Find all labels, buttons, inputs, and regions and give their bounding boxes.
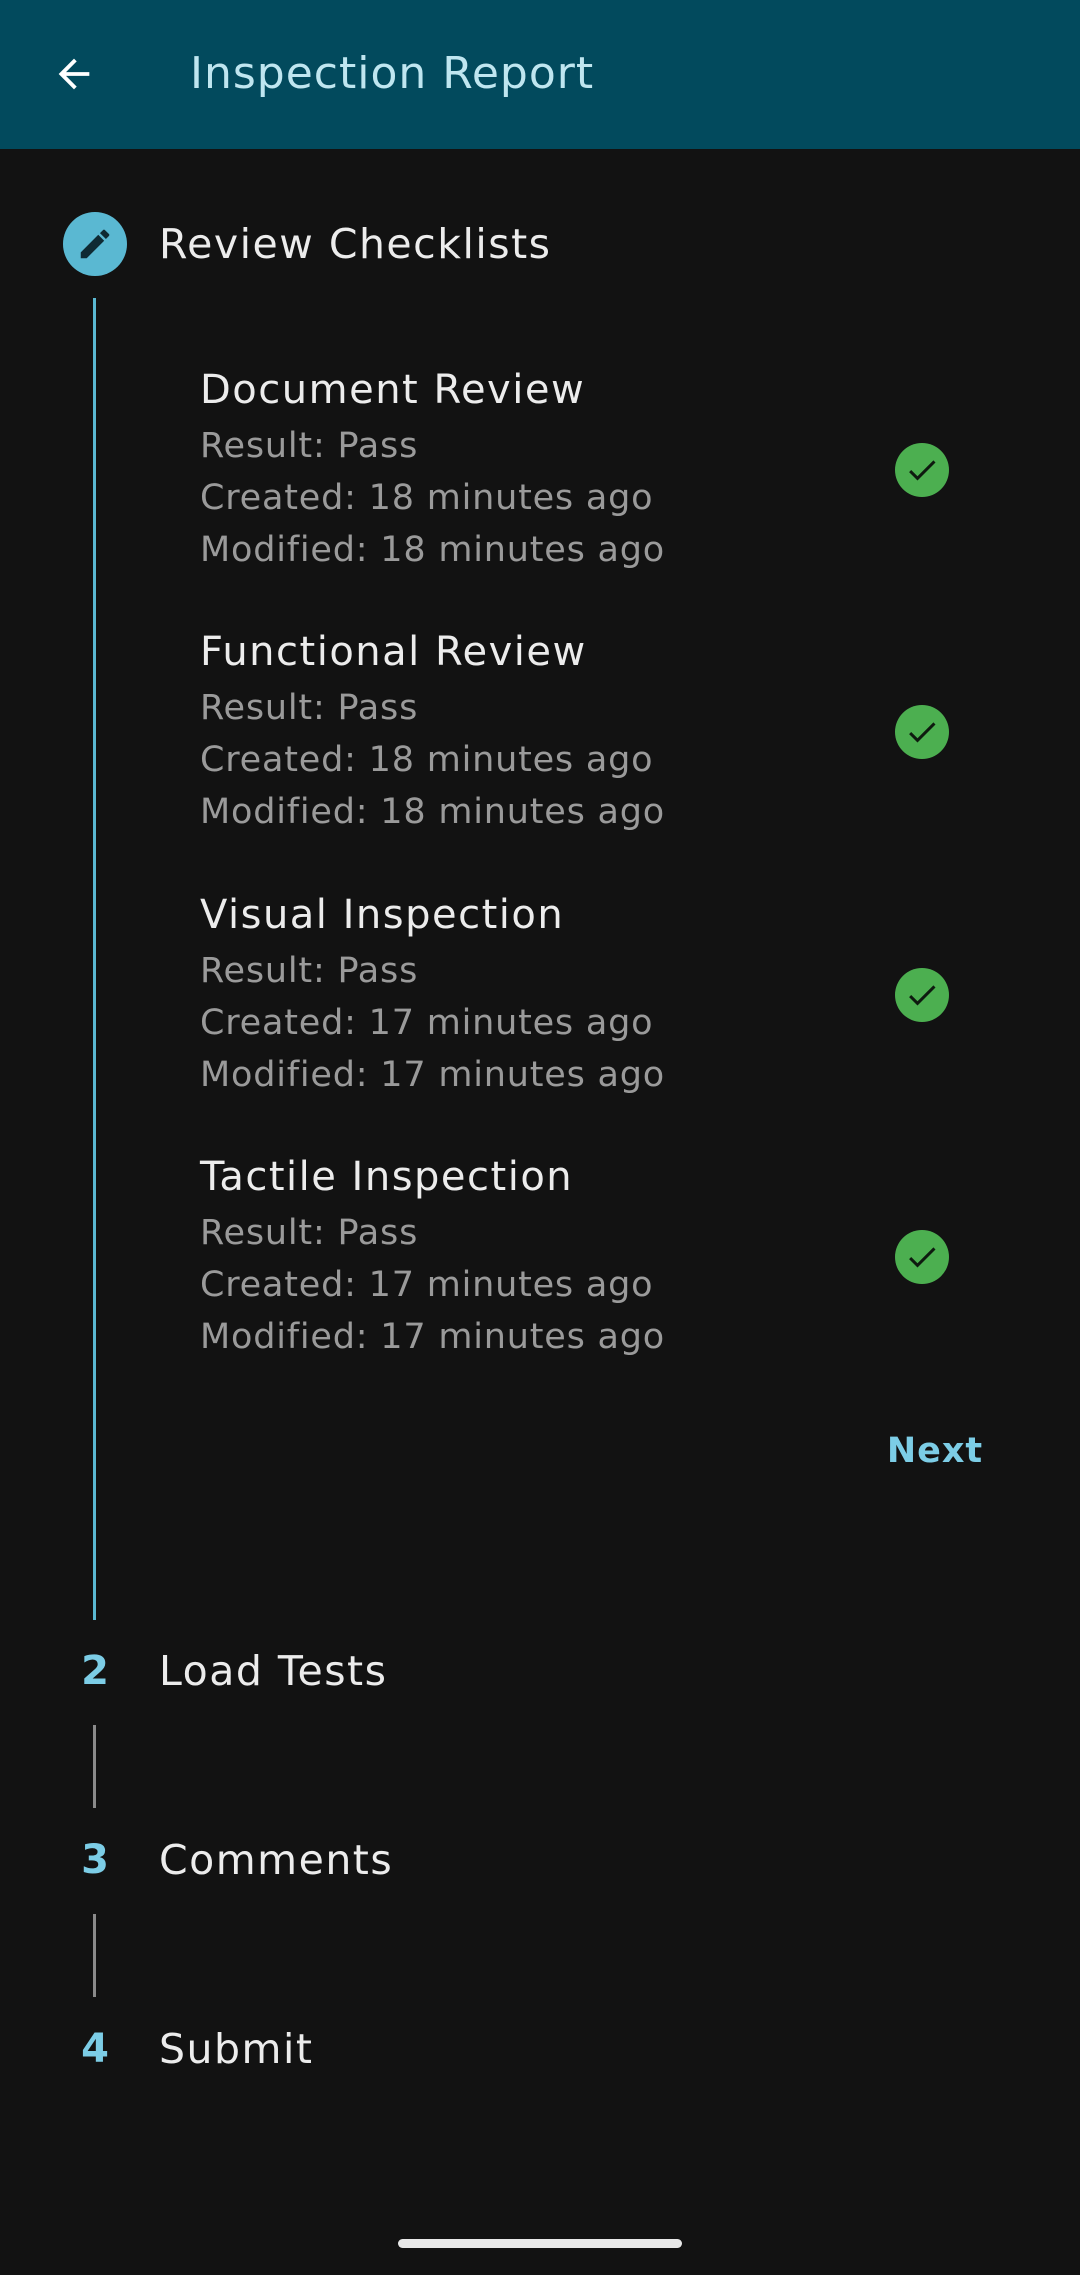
step-4-number[interactable]: 4 [70,2019,120,2079]
checklist-item[interactable]: Visual Inspection Result: Pass Created: … [200,887,980,1127]
checklist-item-created: Created: 18 minutes ago [200,740,654,780]
checklist-item-result: Result: Pass [200,688,419,728]
step-1-indicator[interactable] [63,212,127,276]
step-2-number[interactable]: 2 [70,1641,120,1701]
checklist-item-result: Result: Pass [200,951,419,991]
checklist-item-result: Result: Pass [200,1213,419,1253]
check-circle-icon [895,968,949,1022]
checklist-item-modified: Modified: 17 minutes ago [200,1055,666,1095]
pencil-icon [80,229,110,259]
step-connector [93,1725,96,1808]
check-circle-icon [895,705,949,759]
checklist-item[interactable]: Functional Review Result: Pass Created: … [200,624,980,864]
home-indicator [398,2239,682,2248]
step-2-title[interactable]: Load Tests [159,1641,388,1701]
step-1-title[interactable]: Review Checklists [159,214,552,274]
check-circle-icon [895,443,949,497]
step-connector [93,1914,96,1997]
arrow-left-icon [58,58,90,90]
checklist-item-title: Functional Review [200,629,587,675]
checklist-item[interactable]: Tactile Inspection Result: Pass Created:… [200,1149,980,1389]
step-connector-active [93,298,96,1620]
checklist-item-created: Created: 17 minutes ago [200,1265,654,1305]
step-4-title[interactable]: Submit [159,2019,313,2079]
checklist-item-title: Visual Inspection [200,892,565,938]
checklist-item-title: Tactile Inspection [200,1154,574,1200]
app-bar: Inspection Report [0,0,1080,149]
step-3-title[interactable]: Comments [159,1830,393,1890]
checklist-item-created: Created: 18 minutes ago [200,478,654,518]
page-title: Inspection Report [190,48,595,99]
checklist-item-created: Created: 17 minutes ago [200,1003,654,1043]
checklist-item-title: Document Review [200,367,586,413]
checklist-item-modified: Modified: 18 minutes ago [200,792,666,832]
next-button[interactable]: Next [870,1420,1000,1482]
check-circle-icon [895,1230,949,1284]
step-3-number[interactable]: 3 [70,1830,120,1890]
checklist-item-modified: Modified: 17 minutes ago [200,1317,666,1357]
back-button[interactable] [36,36,112,112]
checklist-item-modified: Modified: 18 minutes ago [200,530,666,570]
checklist-item-result: Result: Pass [200,426,419,466]
checklist-item[interactable]: Document Review Result: Pass Created: 18… [200,362,980,602]
